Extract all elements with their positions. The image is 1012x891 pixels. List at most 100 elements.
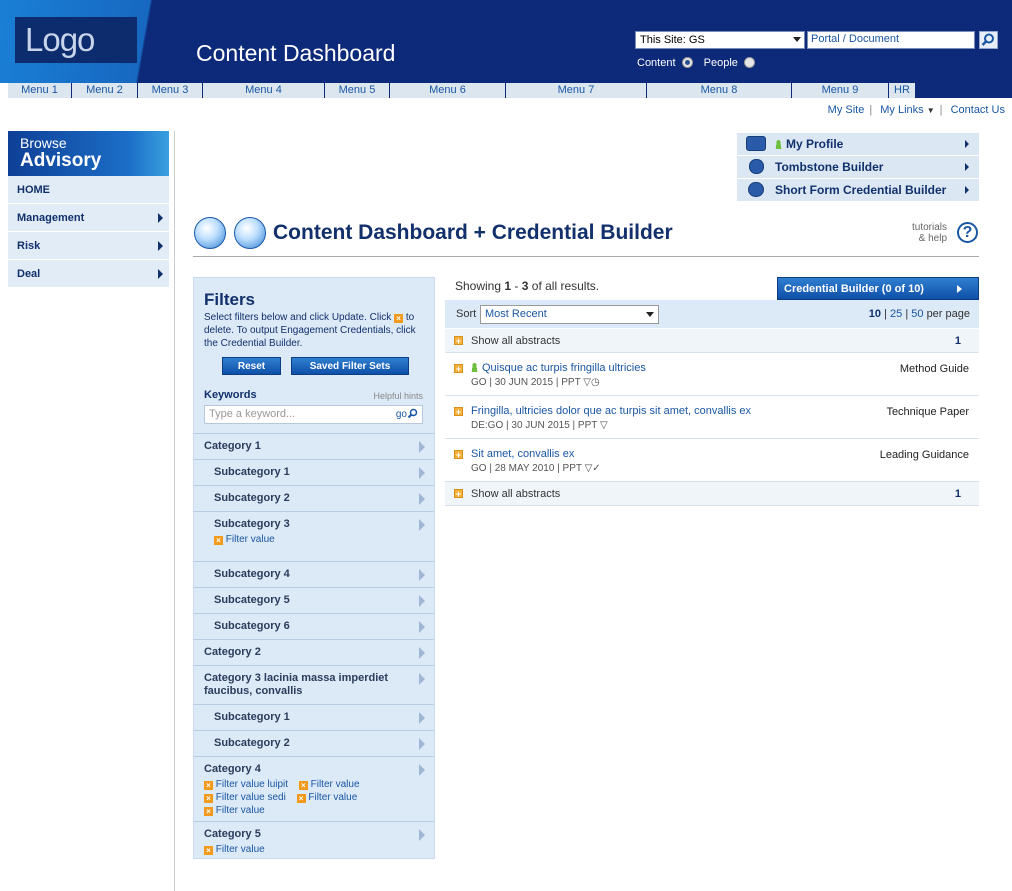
tutorials-help-link[interactable]: tutorials & help (912, 222, 947, 244)
menu-item-8[interactable]: Menu 8 (647, 83, 792, 98)
nav-item-management[interactable]: Management (8, 204, 169, 232)
nav-item-label: Management (17, 212, 85, 224)
filter-subcategory-3[interactable]: Subcategory 3 × Filter value (194, 511, 434, 561)
menu-item-5[interactable]: Menu 5 (325, 83, 390, 98)
show-all-abstracts-row[interactable]: + Show all abstracts 1 (445, 482, 979, 506)
browse-section: Advisory (20, 150, 102, 171)
result-meta-text: DE:GO | 30 JUN 2015 | PPT (471, 420, 598, 431)
radio-people[interactable] (743, 57, 755, 68)
reset-button[interactable]: Reset (222, 357, 281, 375)
logo[interactable]: Logo (15, 17, 137, 63)
result-type: Technique Paper (886, 406, 969, 418)
nav-item-risk[interactable]: Risk (8, 232, 169, 260)
per-page-option[interactable]: 25 (890, 308, 902, 320)
search-input[interactable]: Portal / Document (807, 31, 975, 49)
expand-icon: + (454, 336, 463, 346)
result-title-link[interactable]: Fringilla, ultricies dolor que ac turpis… (471, 405, 751, 417)
remove-filter-icon[interactable]: × (204, 794, 213, 803)
my-links-dropdown[interactable]: My Links ▼ (880, 104, 934, 116)
site-header: Logo Content Dashboard This Site: GS Por… (0, 0, 1012, 83)
filter-category-2[interactable]: Category 2 (194, 639, 434, 665)
filter-subcategory-2[interactable]: Subcategory 2 (194, 485, 434, 511)
filter-category-1[interactable]: Category 1 (194, 433, 434, 459)
result-meta-text: GO | 30 JUN 2015 | PPT (471, 377, 581, 388)
filter-category-3[interactable]: Category 3 lacinia massa imperdiet fauci… (194, 665, 434, 704)
filter-category-4[interactable]: Category 4 × Filter value luipit × Filte… (194, 756, 434, 821)
per-page-suffix: per page (926, 308, 970, 320)
filter-category-5[interactable]: Category 5 × Filter value (194, 821, 434, 859)
filter-category-3-subcategory-1[interactable]: Subcategory 1 (194, 704, 434, 730)
result-meta: DE:GO | 30 JUN 2015 | PPT ▽ (471, 420, 608, 431)
sort-bar: Sort Most Recent 10 | 25 | 50 per page (445, 300, 979, 328)
my-site-link[interactable]: My Site (828, 104, 865, 116)
menu-item-2[interactable]: Menu 2 (72, 83, 138, 98)
my-profile-link[interactable]: My Profile (737, 133, 979, 155)
nav-item-deal[interactable]: Deal (8, 260, 169, 288)
result-title-link[interactable]: Quisque ac turpis fringilla ultricies (471, 362, 646, 374)
helpful-hints-link[interactable]: Helpful hints (373, 391, 423, 401)
tombstone-builder-link[interactable]: Tombstone Builder (737, 156, 979, 178)
expand-icon[interactable]: + (454, 450, 463, 460)
filter-category-3-subcategory-2[interactable]: Subcategory 2 (194, 730, 434, 756)
filters-description-part1: Select filters below and click Update. C… (204, 312, 392, 323)
nav-item-home[interactable]: HOME (8, 176, 169, 204)
keyword-input[interactable]: Type a keyword... go (204, 405, 423, 424)
expand-icon: + (454, 489, 463, 499)
show-all-abstracts-label: Show all abstracts (471, 335, 561, 347)
per-page-option[interactable]: 50 (911, 308, 923, 320)
search-button[interactable] (979, 31, 998, 49)
menu-item-4[interactable]: Menu 4 (203, 83, 325, 98)
dropdown-icon[interactable]: ▽ (583, 377, 591, 388)
remove-filter-icon[interactable]: × (298, 781, 308, 790)
credential-builder-icon (234, 217, 266, 249)
menu-item-3[interactable]: Menu 3 (138, 83, 203, 98)
chevron-right-icon (419, 467, 425, 479)
remove-filter-icon[interactable]: × (204, 781, 213, 790)
menu-item-1[interactable]: Menu 1 (8, 83, 72, 98)
filter-values: × Filter value (214, 533, 434, 546)
chevron-right-icon (158, 269, 163, 279)
clock-icon: ◷ (591, 377, 600, 388)
help-label: & help (918, 233, 948, 244)
expand-icon[interactable]: + (454, 364, 463, 374)
short-form-credential-builder-link[interactable]: Short Form Credential Builder (737, 179, 979, 201)
remove-filter-icon[interactable]: × (204, 846, 213, 855)
show-all-abstracts-row[interactable]: + Show all abstracts 1 (445, 329, 979, 353)
saved-filter-sets-button[interactable]: Saved Filter Sets (291, 357, 409, 375)
credential-builder-button[interactable]: Credential Builder (0 of 10) (777, 277, 979, 300)
expand-icon[interactable]: + (454, 407, 463, 417)
filter-category-label: Category 3 lacinia massa imperdiet fauci… (204, 672, 389, 697)
filter-value: Filter value (308, 792, 358, 803)
keyword-placeholder: Type a keyword... (209, 408, 296, 420)
filter-subcategory-1[interactable]: Subcategory 1 (194, 459, 434, 485)
menu-item-7[interactable]: Menu 7 (506, 83, 647, 98)
site-scope-select[interactable]: This Site: GS (635, 31, 805, 49)
search-icon (407, 408, 418, 419)
radio-content[interactable] (681, 57, 693, 68)
person-icon (471, 363, 478, 372)
chevron-right-icon (419, 493, 425, 505)
sort-select[interactable]: Most Recent (480, 305, 659, 324)
filter-category-label: Subcategory 3 (214, 518, 290, 530)
per-page-selector: 10 | 25 | 50 per page (868, 308, 970, 320)
filter-subcategory-5[interactable]: Subcategory 5 (194, 587, 434, 613)
help-icon[interactable]: ? (957, 222, 978, 243)
result-type: Leading Guidance (879, 449, 969, 461)
filter-subcategory-6[interactable]: Subcategory 6 (194, 613, 434, 639)
dropdown-icon[interactable]: ▽ (600, 420, 608, 431)
filter-subcategory-4[interactable]: Subcategory 4 (194, 561, 434, 587)
remove-filter-icon[interactable]: × (296, 794, 306, 803)
per-page-current[interactable]: 10 (869, 308, 881, 320)
result-title-link[interactable]: Sit amet, convallis ex (471, 448, 574, 460)
menu-item-9[interactable]: Menu 9 (792, 83, 889, 98)
menu-item-hr[interactable]: HR (889, 83, 916, 98)
remove-filter-icon[interactable]: × (214, 536, 223, 545)
contact-us-link[interactable]: Contact Us (951, 104, 1005, 116)
menu-item-6[interactable]: Menu 6 (390, 83, 506, 98)
abstracts-count: 1 (954, 335, 961, 347)
keyword-go-button[interactable]: go (396, 408, 418, 420)
profile-item-label: My Profile (786, 137, 844, 151)
person-icon (775, 140, 782, 149)
remove-filter-icon[interactable]: × (204, 807, 213, 816)
browse-header: Browse Advisory (8, 131, 169, 176)
